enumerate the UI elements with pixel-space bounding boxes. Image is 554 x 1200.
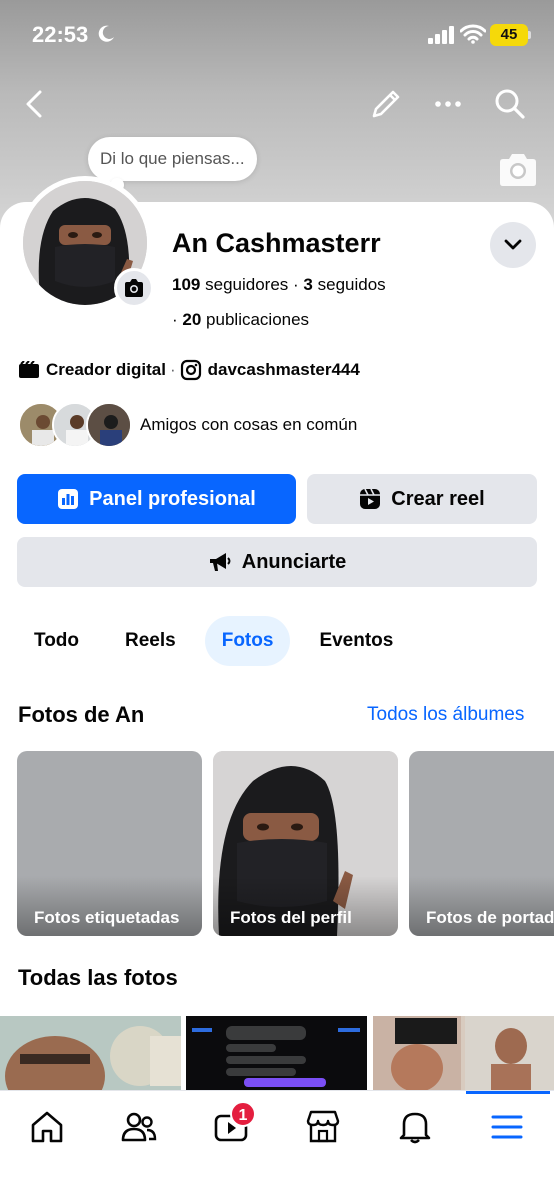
- wifi-icon: [460, 24, 486, 44]
- chevron-down-icon: [504, 239, 522, 250]
- marketplace-icon[interactable]: [303, 1107, 343, 1147]
- album-label: Fotos etiquetadas: [34, 908, 180, 927]
- create-reel-button[interactable]: Crear reel: [307, 474, 537, 524]
- advertise-label: Anunciarte: [241, 550, 347, 573]
- photo-thumbnail[interactable]: [373, 1016, 554, 1090]
- profile-category: Creador digital: [46, 360, 166, 379]
- meta-separator: ·: [169, 360, 176, 379]
- followers-count: 109: [172, 275, 201, 294]
- instagram-icon: [180, 359, 201, 381]
- dashboard-icon: [58, 489, 79, 509]
- professional-dashboard-label: Panel profesional: [89, 487, 256, 510]
- album-profile-photos[interactable]: Fotos del perfil: [213, 751, 398, 936]
- status-bar: 22:53 45: [0, 0, 554, 70]
- id-card-photo: [0, 1016, 181, 1090]
- cover-camera-icon[interactable]: [496, 150, 540, 190]
- bottom-nav: [0, 1090, 554, 1200]
- profile-meta-row: Creador digital · davcashmaster444: [18, 358, 360, 382]
- create-reel-label: Crear reel: [391, 487, 485, 510]
- profile-tabs: Todo Reels Fotos Eventos: [17, 616, 422, 666]
- followers-label: seguidores: [205, 275, 289, 294]
- clapperboard-icon: [19, 361, 39, 378]
- pencil-icon[interactable]: [366, 84, 406, 124]
- all-albums-link[interactable]: Todos los álbumes: [367, 704, 524, 726]
- friends-icon[interactable]: [119, 1107, 159, 1147]
- menu-icon[interactable]: [487, 1107, 527, 1147]
- selfie-photo: [373, 1016, 554, 1090]
- album-label: Fotos de portada: [426, 908, 554, 927]
- all-photos-title: Todas las fotos: [18, 965, 178, 990]
- instagram-handle[interactable]: davcashmaster444: [208, 360, 360, 380]
- following-label: seguidos: [317, 275, 386, 294]
- camera-icon: [125, 279, 143, 297]
- search-icon[interactable]: [490, 84, 530, 124]
- chat-screenshot-photo: [186, 1016, 367, 1090]
- stats-separator: ·: [293, 275, 304, 294]
- tab-all[interactable]: Todo: [17, 616, 96, 666]
- tab-events[interactable]: Eventos: [302, 616, 410, 666]
- profile-dropdown-button[interactable]: [490, 222, 536, 268]
- following-count: 3: [303, 275, 313, 294]
- photos-section-title: Fotos de An: [18, 702, 145, 727]
- mutual-friends-row[interactable]: Amigos con cosas en común: [18, 402, 357, 448]
- home-icon[interactable]: [27, 1107, 67, 1147]
- active-tab-indicator: [466, 1091, 550, 1094]
- advertise-button[interactable]: Anunciarte: [17, 537, 537, 587]
- stats-separator: ·: [172, 310, 183, 329]
- album-cover-photos[interactable]: Fotos de portada: [409, 751, 554, 936]
- reel-icon: [360, 488, 381, 509]
- status-prompt-bubble[interactable]: Di lo que piensas...: [88, 137, 257, 181]
- mutual-friends-text: Amigos con cosas en común: [140, 415, 358, 434]
- tab-photos[interactable]: Fotos: [204, 616, 291, 666]
- follow-stats[interactable]: 109 seguidores · 3 seguidos: [172, 275, 386, 295]
- profile-name: An Cashmasterr: [172, 228, 381, 258]
- signal-icon: [428, 26, 454, 44]
- notifications-icon[interactable]: [395, 1107, 435, 1147]
- friend-avatar: [86, 402, 132, 448]
- battery-indicator: 45: [490, 24, 528, 46]
- professional-dashboard-button[interactable]: Panel profesional: [17, 474, 296, 524]
- posts-count: 20: [182, 310, 202, 329]
- photo-thumbnail[interactable]: [186, 1016, 367, 1090]
- avatar-camera-button[interactable]: [114, 268, 154, 308]
- back-icon[interactable]: [16, 84, 56, 124]
- video-notification-badge: 1: [230, 1101, 256, 1127]
- posts-label: publicaciones: [206, 310, 310, 329]
- album-tagged-photos[interactable]: Fotos etiquetadas: [17, 751, 202, 936]
- status-time: 22:53: [32, 22, 89, 47]
- posts-stats: · 20 publicaciones: [172, 310, 309, 330]
- album-label: Fotos del perfil: [230, 908, 352, 927]
- more-icon[interactable]: [428, 84, 468, 124]
- battery-cap: [528, 31, 531, 39]
- moon-icon: [98, 25, 114, 42]
- tab-reels[interactable]: Reels: [108, 616, 193, 666]
- photo-thumbnail[interactable]: [0, 1016, 181, 1090]
- megaphone-icon: [209, 553, 231, 571]
